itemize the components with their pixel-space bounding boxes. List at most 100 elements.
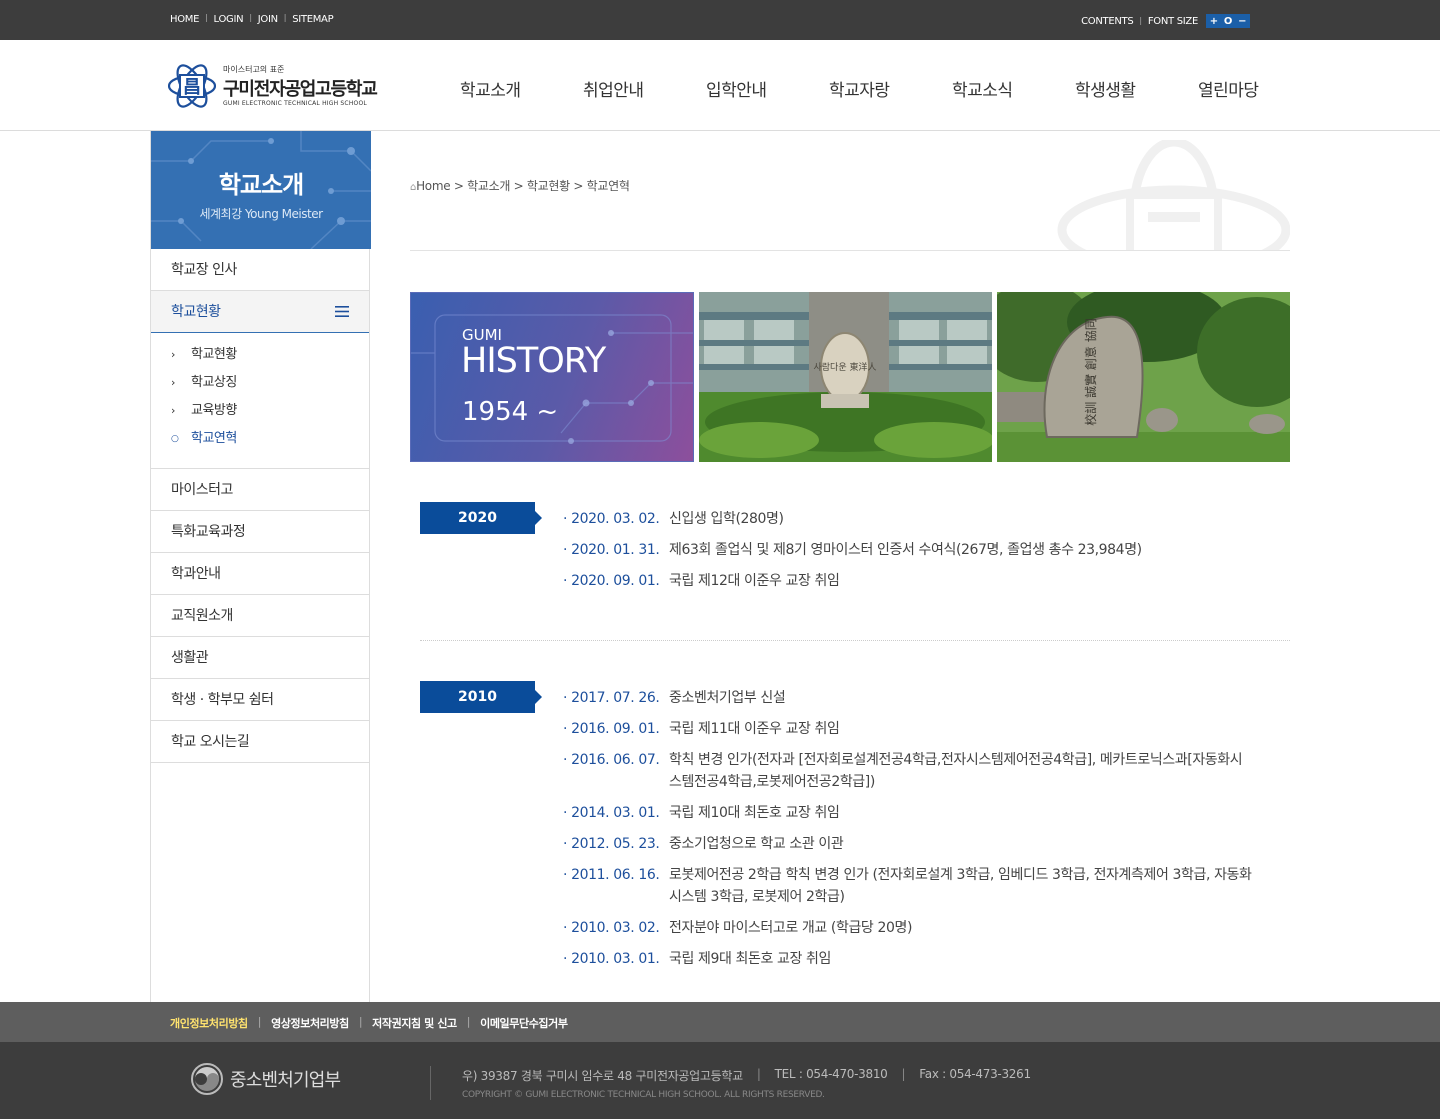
submenu-item-symbols[interactable]: › 학교상징 [171,372,369,400]
breadcrumb-item[interactable]: 학교현황 [527,179,570,193]
gnb-student-life[interactable]: 학생생활 [1075,76,1198,101]
list-item: · 2010. 03. 01. 국립 제9대 최돈호 교장 취임 [563,948,1253,970]
school-emblem-icon: 昌 [168,64,216,108]
breadcrumb-separator: > [513,179,524,193]
sidebar-item-parents-lounge[interactable]: 학생 · 학부모 쉼터 [151,679,369,721]
sidebar-menu-rest: 마이스터고 특화교육과정 학과안내 교직원소개 생활관 학생 · 학부모 쉼터 … [151,469,369,763]
separator: | [249,13,252,22]
privacy-policy-link[interactable]: 개인정보처리방침 [170,1015,248,1031]
sidebar-item-greeting[interactable]: 학교장 인사 [151,249,369,291]
sidebar-item-directions[interactable]: 학교 오시는길 [151,721,369,763]
chevron-right-icon: › [171,404,175,417]
separator: | [257,1015,262,1028]
year-badge: 2020 [420,502,542,534]
font-increase-button[interactable]: + [1210,16,1218,27]
email-refusal-link[interactable]: 이메일무단수집거부 [480,1015,568,1031]
gnb-admission[interactable]: 입학안내 [706,76,829,101]
gnb-school-pride[interactable]: 학교자랑 [829,76,952,101]
video-policy-link[interactable]: 영상정보처리방침 [271,1015,349,1031]
circle-marker-icon: ○ [171,434,179,444]
gnb-open-forum[interactable]: 열린마당 [1198,76,1321,101]
utility-right: CONTENTS | FONT SIZE + O − [1081,14,1250,28]
event-text: 국립 제10대 최돈호 교장 취임 [669,805,840,821]
list-item: · 2012. 05. 23. 중소기업청으로 학교 소관 이관 [563,833,1253,855]
event-text: 국립 제9대 최돈호 교장 취임 [669,951,831,967]
svg-text:校訓 誠實 創意 協同: 校訓 誠實 創意 協同 [1083,318,1098,425]
event-date: · 2016. 06. 07. [563,752,660,768]
sidebar-item-dormitory[interactable]: 생활관 [151,637,369,679]
sidebar-item-staff[interactable]: 교직원소개 [151,595,369,637]
breadcrumb-divider [410,250,1290,251]
sidebar-item-departments[interactable]: 학과안내 [151,553,369,595]
separator: | [756,1067,761,1081]
sitemap-link[interactable]: SITEMAP [292,14,333,25]
footer-fax: Fax : 054-473-3261 [919,1067,1031,1081]
login-link[interactable]: LOGIN [214,14,244,25]
ministry-emblem-icon [191,1063,223,1095]
footer-links: 개인정보처리방침 | 영상정보처리방침 | 저작권지침 및 신고 | 이메일무단… [170,1015,568,1031]
school-building-photo: 사람다운 東洋人 [699,292,992,462]
event-text: 신입생 입학(280명) [669,511,784,527]
logo-tagline: 마이스터고의 표준 [223,65,285,74]
background-emblem-icon [1057,140,1290,250]
join-link[interactable]: JOIN [258,14,278,25]
submenu-label: 학교연혁 [191,431,237,446]
site-header: 昌 마이스터고의 표준 구미전자공업고등학교 GUMI ELECTRONIC T… [0,40,1440,131]
event-date: · 2014. 03. 01. [563,805,660,821]
breadcrumb-separator: > [453,179,464,193]
event-date: · 2011. 06. 16. [563,867,660,883]
gnb-school-news[interactable]: 학교소식 [952,76,1075,101]
gnb-school-intro[interactable]: 학교소개 [460,76,583,101]
footer-copyright: COPYRIGHT © GUMI ELECTRONIC TECHNICAL HI… [462,1090,825,1100]
separator: | [205,13,208,22]
main-navigation: 학교소개 취업안내 입학안내 학교자랑 학교소식 학생생활 열린마당 [460,76,1321,101]
contents-link[interactable]: CONTENTS [1081,16,1134,27]
school-logo[interactable]: 昌 마이스터고의 표준 구미전자공업고등학교 GUMI ELECTRONIC T… [168,60,398,112]
hamburger-icon [335,306,349,317]
footer-address: 우) 39387 경북 구미시 임수로 48 구미전자공업고등학교 [462,1069,743,1083]
sidebar: 학교소개 세계최강 Young Meister 학교장 인사 학교현황 › 학교현… [150,131,371,1002]
submenu-item-history[interactable]: ○ 학교연혁 [171,428,369,456]
sidebar-item-status[interactable]: 학교현황 [151,291,369,333]
font-reset-button[interactable]: O [1224,16,1233,27]
sidebar-submenu: › 학교현황 › 학교상징 › 교육방향 ○ 학교연혁 [151,333,369,469]
font-size-label: FONT SIZE [1147,15,1198,27]
ministry-logo[interactable]: 중소벤처기업부 [190,1062,341,1096]
home-link[interactable]: HOME [170,14,199,25]
submenu-item-status[interactable]: › 학교현황 [171,344,369,372]
breadcrumb-home[interactable]: Home [416,179,451,193]
breadcrumb-item[interactable]: 학교소개 [467,179,510,193]
event-text: 국립 제11대 이준우 교장 취임 [669,721,840,737]
list-item: · 2011. 06. 16. 로봇제어전공 2학급 학칙 변경 인가 (전자회로… [563,864,1253,908]
font-decrease-button[interactable]: − [1238,16,1246,27]
list-item: · 2016. 09. 01. 국립 제11대 이준우 교장 취임 [563,718,1253,740]
sidebar-header: 학교소개 세계최강 Young Meister [151,131,371,249]
banner-title: HISTORY [461,341,606,381]
submenu-label: 교육방향 [191,403,237,418]
breadcrumb-separator: > [573,179,584,193]
footer-menu-bar: 개인정보처리방침 | 영상정보처리방침 | 저작권지침 및 신고 | 이메일무단… [0,1002,1440,1042]
copyright-policy-link[interactable]: 저작권지침 및 신고 [372,1015,457,1031]
top-utility-bar: HOME | LOGIN | JOIN | SITEMAP CONTENTS | FON… [0,0,1440,40]
section-divider [420,640,1290,641]
history-banner: GUMI HISTORY 1954 ~ [410,292,694,462]
event-text: 로봇제어전공 2학급 학칙 변경 인가 (전자회로설계 3학급, 임베디드 3학… [669,867,1252,905]
site-footer: 중소벤처기업부 우) 39387 경북 구미시 임수로 48 구미전자공업고등학… [0,1042,1440,1119]
logo-english-name: GUMI ELECTRONIC TECHNICAL HIGH SCHOOL [223,100,367,107]
sidebar-menu: 학교장 인사 학교현황 [151,249,369,333]
event-date: · 2020. 03. 02. [563,511,660,527]
separator: | [901,1067,906,1081]
list-item: · 2016. 06. 07. 학칙 변경 인가(전자과 [전자회로설계전공4학급… [563,749,1253,793]
event-list: · 2017. 07. 26. 중소벤처기업부 신설 · 2016. 09. 01… [563,687,1253,979]
sidebar-item-meister[interactable]: 마이스터고 [151,469,369,511]
school-motto-stone-photo: 校訓 誠實 創意 協同 [997,292,1290,462]
list-item: · 2020. 01. 31. 제63회 졸업식 및 제8기 영마이스터 인증서 … [563,539,1253,561]
svg-text:昌: 昌 [183,77,201,98]
submenu-item-education-direction[interactable]: › 교육방향 [171,400,369,428]
list-item: · 2020. 09. 01. 국립 제12대 이준우 교장 취임 [563,570,1253,592]
sidebar-item-special-curriculum[interactable]: 특화교육과정 [151,511,369,553]
event-date: · 2010. 03. 01. [563,951,660,967]
event-date: · 2012. 05. 23. [563,836,660,852]
gnb-employment[interactable]: 취업안내 [583,76,706,101]
banner-year: 1954 ~ [462,397,559,427]
